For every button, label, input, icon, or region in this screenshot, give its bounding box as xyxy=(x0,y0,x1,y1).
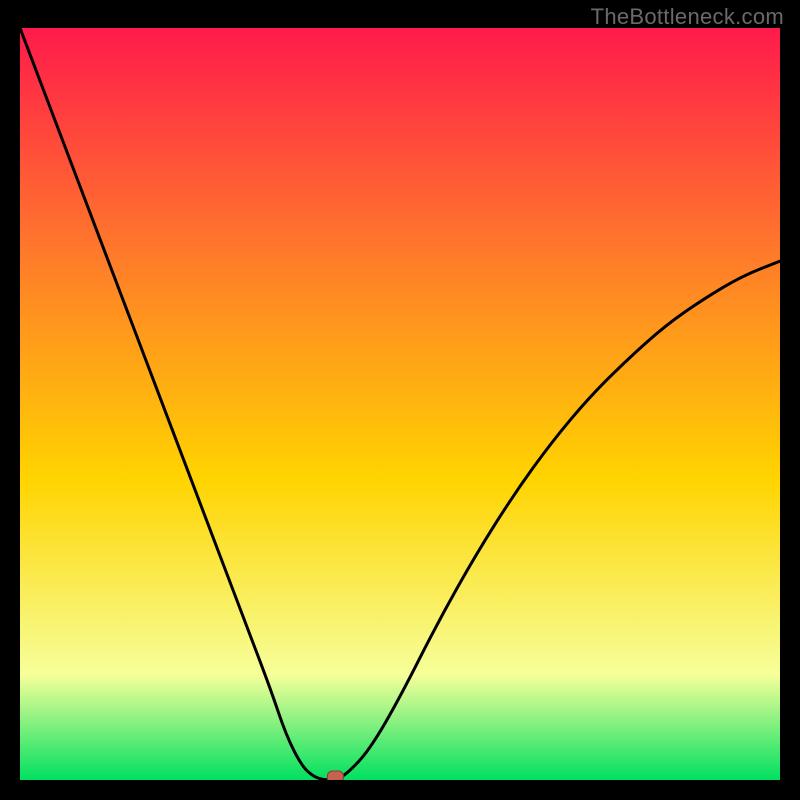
minimum-marker xyxy=(327,771,343,780)
bottleneck-curve-chart xyxy=(20,28,780,780)
chart-frame: TheBottleneck.com xyxy=(0,0,800,800)
chart-background-gradient xyxy=(20,28,780,780)
watermark-text: TheBottleneck.com xyxy=(591,4,784,30)
